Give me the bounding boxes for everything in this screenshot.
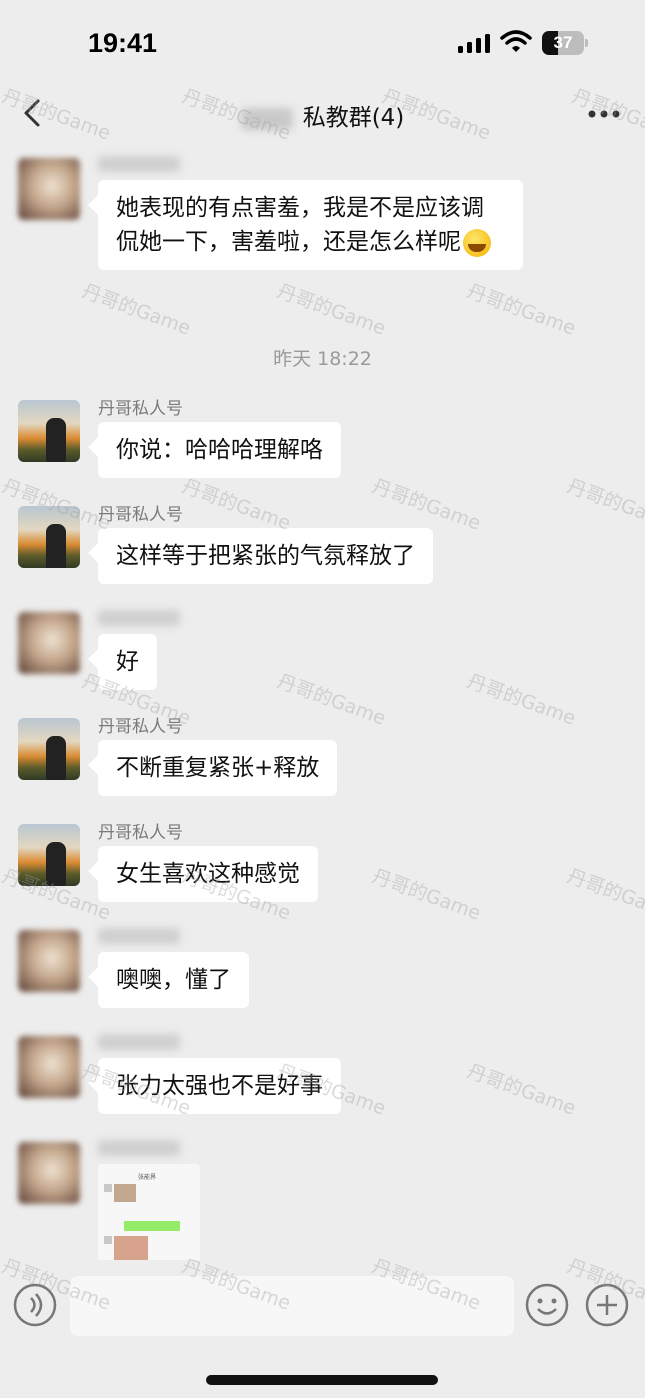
voice-icon[interactable]: [12, 1282, 58, 1328]
message-input[interactable]: [70, 1276, 514, 1336]
signal-icon: [458, 34, 490, 53]
message-bubble[interactable]: 女生喜欢这种感觉: [98, 846, 318, 902]
sender-name-redacted: [98, 1140, 180, 1156]
time-divider: 昨天 18:22: [273, 348, 372, 370]
emoji-icon[interactable]: [524, 1282, 570, 1328]
title-redacted-blur: [240, 107, 293, 130]
battery-level: 37: [553, 33, 573, 52]
avatar[interactable]: [18, 158, 80, 220]
sender-name-redacted: [98, 610, 180, 626]
message-text: 这样等于把紧张的气氛释放了: [116, 543, 415, 569]
message-bubble[interactable]: 不断重复紧张+释放: [98, 740, 338, 796]
message-bubble[interactable]: 这样等于把紧张的气氛释放了: [98, 528, 433, 584]
input-bar: [0, 1262, 645, 1398]
message-bubble[interactable]: 张力太强也不是好事: [98, 1058, 341, 1114]
message-text: 女生喜欢这种感觉: [116, 861, 300, 887]
sender-name: 丹哥私人号: [98, 823, 183, 843]
thumbnail-photo: [114, 1184, 136, 1202]
thumbnail-bubble: [124, 1221, 180, 1231]
message-bubble[interactable]: 她表现的有点害羞，我是不是应该调侃她一下，害羞啦，还是怎么样呢: [98, 180, 523, 270]
chat-header: 私教群(4): [0, 80, 645, 148]
sender-name-redacted: [98, 1034, 180, 1050]
avatar[interactable]: [18, 506, 80, 568]
message-list[interactable]: 她表现的有点害羞，我是不是应该调侃她一下，害羞啦，还是怎么样呢 昨天 18:22…: [0, 148, 645, 1260]
message-bubble[interactable]: 噢噢，懂了: [98, 952, 249, 1008]
thumbnail-title: 张能界: [138, 1174, 157, 1181]
message-text: 好: [116, 649, 139, 675]
avatar[interactable]: [18, 400, 80, 462]
message-bubble[interactable]: 好: [98, 634, 157, 690]
avatar[interactable]: [18, 824, 80, 886]
chat-title-text: 私教群(4): [302, 105, 405, 131]
avatar[interactable]: [18, 930, 80, 992]
thumbnail-photo: [114, 1236, 148, 1260]
message-bubble[interactable]: 你说：哈哈哈理解咯: [98, 422, 341, 478]
message-text: 不断重复紧张+释放: [116, 755, 320, 781]
plus-icon[interactable]: [584, 1282, 630, 1328]
face-with-tears-of-joy-icon: [463, 228, 491, 257]
message-text: 她表现的有点害羞，我是不是应该调侃她一下，害羞啦，还是怎么样呢: [116, 195, 484, 255]
status-time: 19:41: [88, 28, 158, 58]
avatar[interactable]: [18, 718, 80, 780]
chat-title: 私教群(4): [0, 98, 645, 132]
image-message[interactable]: 张能界: [98, 1164, 200, 1260]
status-bar: 19:41 37: [0, 0, 645, 80]
sender-name-redacted: [98, 156, 180, 172]
more-icon[interactable]: [586, 108, 622, 120]
avatar[interactable]: [18, 1036, 80, 1098]
avatar[interactable]: [18, 612, 80, 674]
wifi-icon: [500, 30, 532, 52]
avatar[interactable]: [18, 1142, 80, 1204]
sender-name: 丹哥私人号: [98, 717, 183, 737]
message-text: 噢噢，懂了: [116, 967, 231, 993]
message-text: 你说：哈哈哈理解咯: [116, 437, 323, 463]
sender-name: 丹哥私人号: [98, 505, 183, 525]
battery-indicator: 37: [542, 31, 588, 55]
home-indicator[interactable]: [206, 1375, 438, 1385]
sender-name: 丹哥私人号: [98, 399, 183, 419]
sender-name-redacted: [98, 928, 180, 944]
message-text: 张力太强也不是好事: [116, 1073, 323, 1099]
